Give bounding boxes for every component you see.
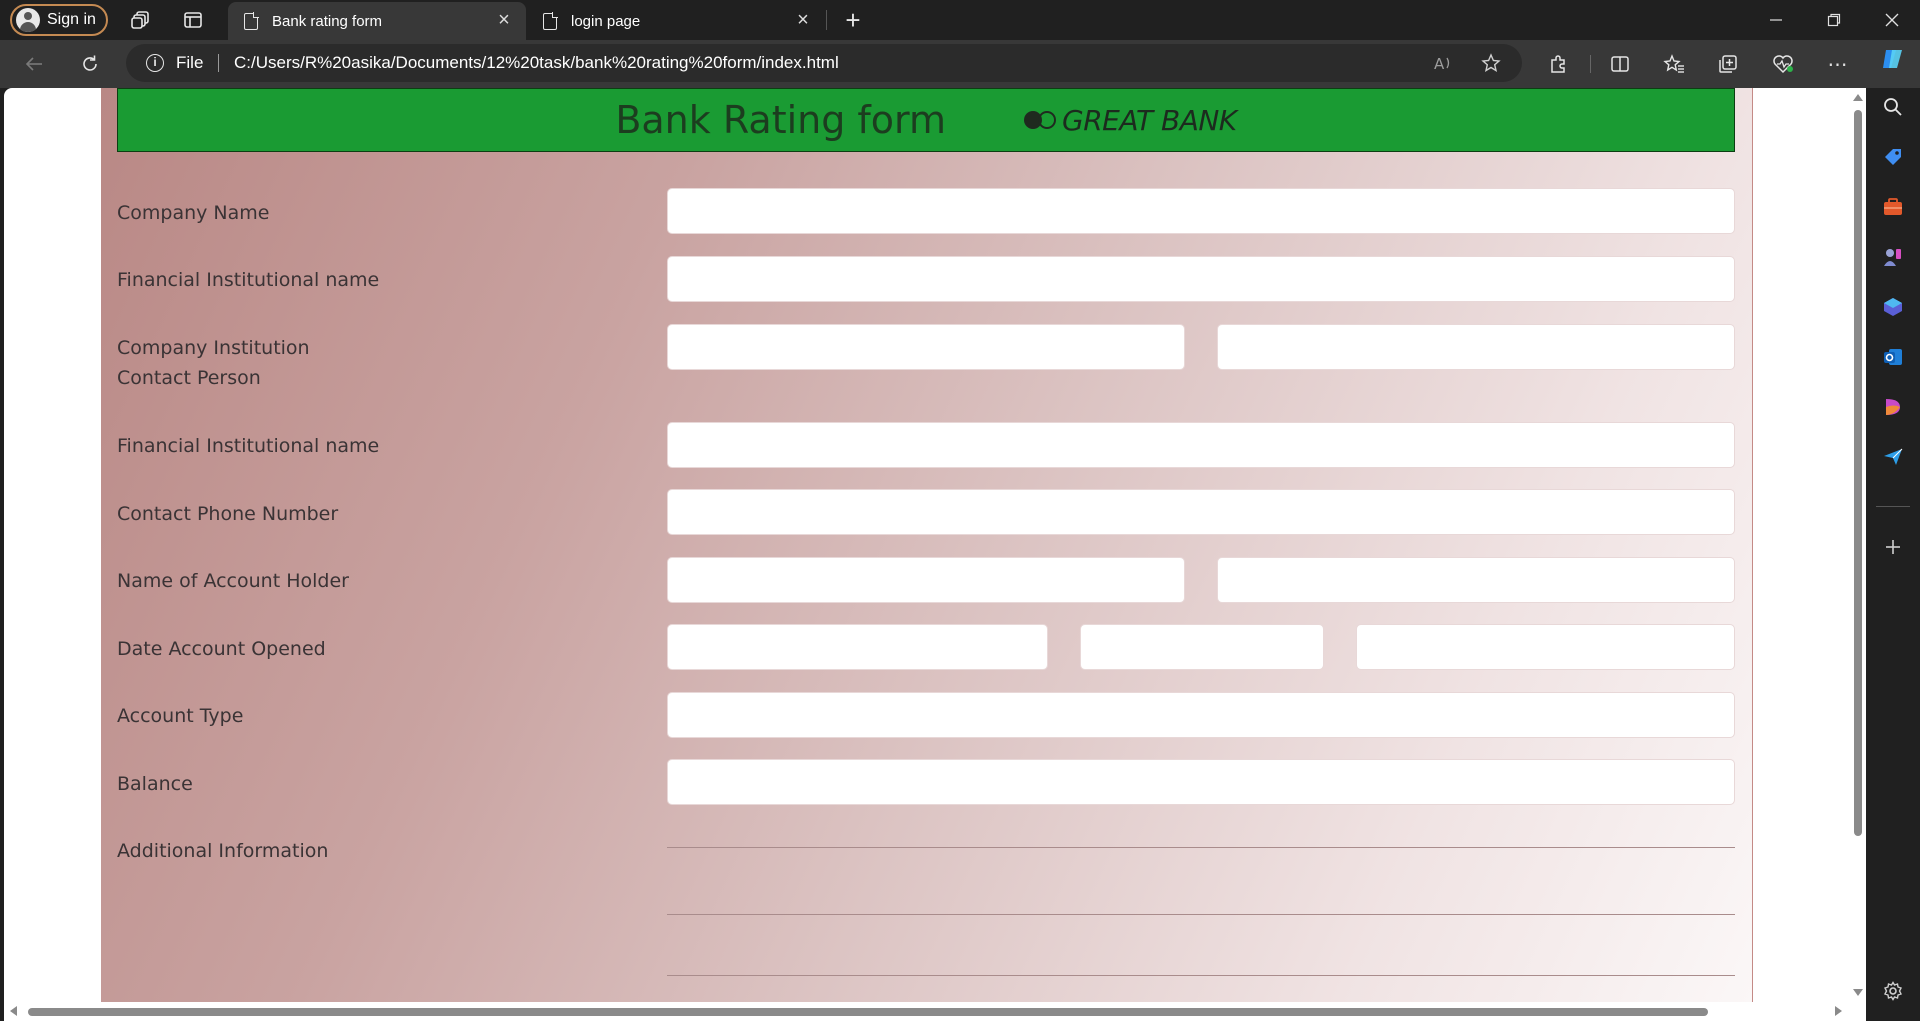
- close-tab-icon[interactable]: ×: [793, 10, 813, 31]
- tab-title: Bank rating form: [272, 12, 383, 30]
- browser-essentials-icon[interactable]: [1765, 48, 1801, 80]
- tab-title: login page: [571, 12, 641, 30]
- tab-divider: [826, 10, 827, 30]
- contact-person-input[interactable]: [1217, 324, 1735, 370]
- account-type-label: Account Type: [117, 705, 244, 727]
- contact-phone-input[interactable]: [667, 489, 1735, 535]
- shopping-tag-icon[interactable]: [1880, 144, 1906, 170]
- page-title: Bank Rating form: [615, 98, 947, 142]
- company-institution-input[interactable]: [667, 324, 1185, 370]
- url-text[interactable]: C:/Users/R%20asika/Documents/12%20task/b…: [234, 53, 839, 73]
- collections-icon[interactable]: [1710, 48, 1746, 80]
- date-opened-year-input[interactable]: [1356, 624, 1735, 670]
- favorites-icon[interactable]: [1656, 48, 1692, 80]
- account-holder-last-name-input[interactable]: [1217, 557, 1735, 603]
- back-icon[interactable]: [16, 48, 52, 80]
- company-name-input[interactable]: [667, 188, 1735, 234]
- extensions-icon[interactable]: [1540, 48, 1576, 80]
- refresh-icon[interactable]: [72, 48, 108, 80]
- sidebar-settings-gear-icon[interactable]: [1880, 978, 1906, 1004]
- date-opened-month-input[interactable]: [1080, 624, 1324, 670]
- tab-bank-rating-form[interactable]: Bank rating form ×: [228, 2, 526, 40]
- contact-person-label: Contact Person: [117, 367, 261, 389]
- header-banner: Bank Rating form GREAT BANK: [117, 88, 1735, 152]
- new-tab-button[interactable]: +: [838, 5, 868, 35]
- balance-input[interactable]: [667, 759, 1735, 805]
- scheme-label: File: [176, 53, 204, 72]
- contact-phone-label: Contact Phone Number: [117, 503, 339, 525]
- additional-info-line-1[interactable]: [667, 847, 1735, 848]
- send-paper-plane-icon[interactable]: [1880, 444, 1906, 470]
- sidebar-divider: [1876, 506, 1910, 507]
- balance-label: Balance: [117, 773, 193, 795]
- financial-institution-label: Financial Institutional name: [117, 269, 380, 291]
- account-type-input[interactable]: [667, 692, 1735, 738]
- date-opened-label: Date Account Opened: [117, 638, 326, 660]
- tools-briefcase-icon[interactable]: [1880, 194, 1906, 220]
- sign-in-button[interactable]: Sign in: [10, 4, 108, 36]
- split-screen-icon[interactable]: [1602, 48, 1638, 80]
- restore-icon[interactable]: [1806, 0, 1862, 40]
- close-window-icon[interactable]: [1864, 0, 1920, 40]
- vertical-scroll-thumb[interactable]: [1854, 110, 1862, 836]
- page-viewport: Bank Rating form GREAT BANK Company Name…: [4, 88, 1866, 1021]
- scroll-down-icon[interactable]: [1853, 989, 1863, 996]
- browser-toolbar: i File C:/Users/R%20asika/Documents/12%2…: [0, 40, 1920, 88]
- svg-text:A: A: [1434, 55, 1445, 72]
- edge-sidebar: [1866, 50, 1920, 1021]
- designer-icon[interactable]: [1880, 394, 1906, 420]
- microsoft-365-icon[interactable]: [1880, 294, 1906, 320]
- add-sidebar-app-icon[interactable]: [1880, 534, 1906, 560]
- address-bar[interactable]: i File C:/Users/R%20asika/Documents/12%2…: [126, 44, 1522, 82]
- minimize-icon[interactable]: [1748, 0, 1804, 40]
- account-holder-label: Name of Account Holder: [117, 570, 349, 592]
- workspaces-icon[interactable]: [126, 6, 156, 34]
- vertical-scrollbar[interactable]: [1850, 88, 1866, 1002]
- tab-login-page[interactable]: login page ×: [527, 2, 825, 40]
- avatar-icon: [16, 8, 40, 32]
- outlook-icon[interactable]: [1880, 344, 1906, 370]
- horizontal-scrollbar[interactable]: [4, 1002, 1850, 1021]
- scroll-right-icon[interactable]: [1835, 1006, 1842, 1016]
- brand-logo: GREAT BANK: [1024, 104, 1237, 137]
- bank-logo-icon: [1024, 110, 1058, 130]
- additional-info-label: Additional Information: [117, 840, 329, 862]
- page-icon: [543, 11, 558, 30]
- copilot-icon[interactable]: [1880, 46, 1906, 72]
- company-institution-label: Company Institution: [117, 337, 310, 359]
- scroll-left-icon[interactable]: [10, 1006, 17, 1016]
- vertical-tabs-icon[interactable]: [178, 6, 208, 34]
- read-aloud-icon[interactable]: A: [1428, 49, 1458, 77]
- games-icon[interactable]: [1880, 244, 1906, 270]
- tab-strip: Sign in Bank rating form × login page × …: [0, 0, 1920, 40]
- settings-more-icon[interactable]: ⋯: [1820, 48, 1856, 80]
- additional-info-line-3[interactable]: [667, 975, 1735, 976]
- bank-rating-page: Bank Rating form GREAT BANK Company Name…: [101, 88, 1753, 1002]
- site-info-icon[interactable]: i: [146, 54, 164, 72]
- address-separator: [218, 54, 219, 72]
- company-name-label: Company Name: [117, 202, 270, 224]
- scroll-up-icon[interactable]: [1853, 94, 1863, 101]
- financial-institution-label-2: Financial Institutional name: [117, 435, 380, 457]
- brand-name: GREAT BANK: [1062, 103, 1237, 137]
- close-tab-icon[interactable]: ×: [494, 10, 514, 31]
- search-icon[interactable]: [1880, 94, 1906, 120]
- additional-info-line-2[interactable]: [667, 914, 1735, 915]
- horizontal-scroll-thumb[interactable]: [28, 1008, 1708, 1016]
- financial-institution-input[interactable]: [667, 256, 1735, 302]
- favorite-star-icon[interactable]: [1476, 49, 1506, 77]
- toolbar-divider: [1590, 55, 1591, 73]
- date-opened-day-input[interactable]: [667, 624, 1048, 670]
- sign-in-label: Sign in: [47, 11, 96, 28]
- account-holder-first-name-input[interactable]: [667, 557, 1185, 603]
- page-icon: [244, 11, 259, 30]
- financial-institution-input-2[interactable]: [667, 422, 1735, 468]
